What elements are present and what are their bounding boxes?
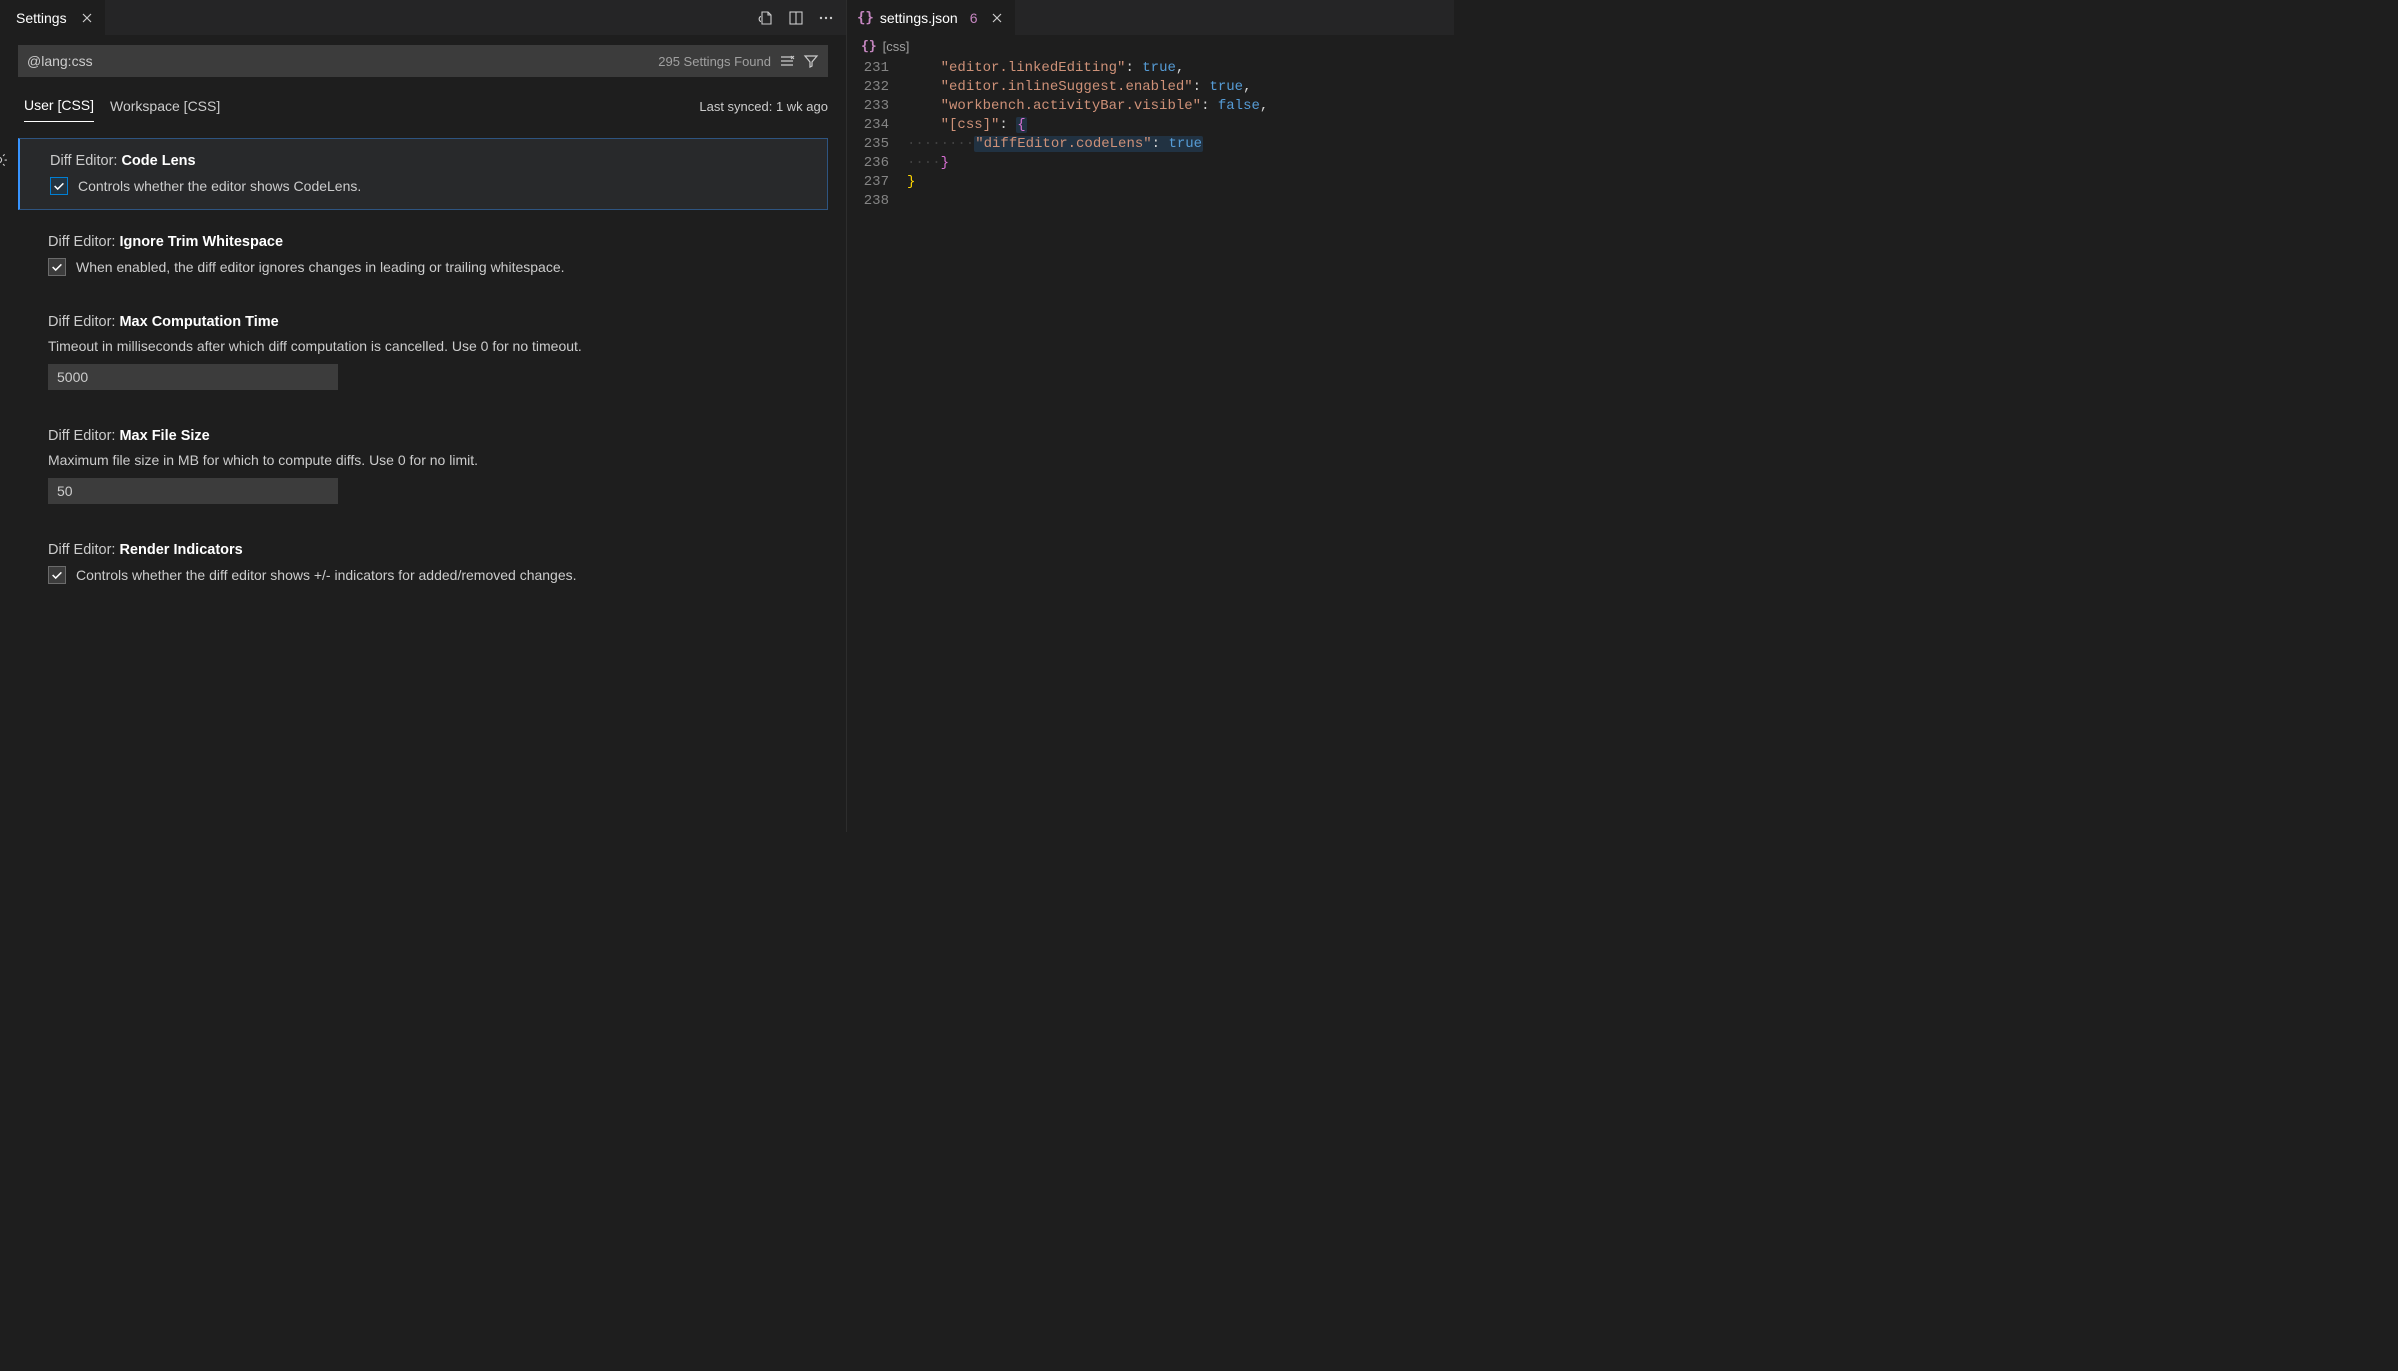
settings-scope-row: User [CSS] Workspace [CSS] Last synced: … bbox=[0, 77, 846, 130]
breadcrumb-item[interactable]: [css] bbox=[883, 39, 910, 54]
setting-description: Controls whether the diff editor shows +… bbox=[76, 567, 577, 583]
code-content[interactable]: "editor.linkedEditing": true, "editor.in… bbox=[907, 59, 1454, 832]
scope-workspace[interactable]: Workspace [CSS] bbox=[110, 92, 220, 122]
last-synced: Last synced: 1 wk ago bbox=[699, 99, 828, 114]
setting-description: Timeout in milliseconds after which diff… bbox=[48, 338, 812, 354]
setting-checkbox[interactable] bbox=[48, 566, 66, 584]
json-icon: {} bbox=[857, 10, 874, 26]
split-editor-icon[interactable] bbox=[788, 10, 804, 26]
setting-title: Diff Editor: Code Lens bbox=[50, 153, 811, 169]
editor-pane-json: {} settings.json 6 {} [css] 231232233234… bbox=[846, 0, 1454, 832]
tab-settings-label: Settings bbox=[16, 10, 67, 26]
setting-item[interactable]: Diff Editor: Render Indicators Controls w… bbox=[18, 528, 828, 598]
setting-title: Diff Editor: Max Computation Time bbox=[48, 314, 812, 330]
breadcrumb[interactable]: {} [css] bbox=[847, 35, 1454, 57]
clear-search-icon[interactable] bbox=[779, 53, 795, 69]
tab-settings[interactable]: Settings bbox=[0, 0, 105, 35]
setting-item[interactable]: Diff Editor: Code Lens Controls whether t… bbox=[18, 138, 828, 210]
setting-description: When enabled, the diff editor ignores ch… bbox=[76, 259, 565, 275]
filter-icon[interactable] bbox=[803, 53, 819, 69]
setting-checkbox[interactable] bbox=[50, 177, 68, 195]
settings-editor-pane: Settings 295 Settings Found bbox=[0, 0, 846, 832]
tab-modified-count: 6 bbox=[970, 10, 978, 26]
setting-item[interactable]: Diff Editor: Max File Size Maximum file s… bbox=[18, 414, 828, 518]
line-number-gutter: 231232233234235236237238 bbox=[847, 59, 907, 832]
more-actions-icon[interactable] bbox=[818, 10, 834, 26]
setting-item[interactable]: Diff Editor: Max Computation Time Timeout… bbox=[18, 300, 828, 404]
setting-description: Maximum file size in MB for which to com… bbox=[48, 452, 812, 468]
setting-item[interactable]: Diff Editor: Ignore Trim Whitespace When … bbox=[18, 220, 828, 290]
setting-description: Controls whether the editor shows CodeLe… bbox=[78, 178, 361, 194]
setting-title: Diff Editor: Render Indicators bbox=[48, 542, 812, 558]
settings-search: 295 Settings Found bbox=[18, 45, 828, 77]
setting-title: Diff Editor: Max File Size bbox=[48, 428, 812, 444]
tab-settings-json-label: settings.json bbox=[880, 10, 958, 26]
settings-search-count: 295 Settings Found bbox=[658, 54, 771, 69]
gear-icon[interactable] bbox=[0, 151, 8, 169]
setting-number-input[interactable] bbox=[48, 364, 338, 390]
setting-checkbox[interactable] bbox=[48, 258, 66, 276]
scope-user[interactable]: User [CSS] bbox=[24, 91, 94, 122]
setting-title: Diff Editor: Ignore Trim Whitespace bbox=[48, 234, 812, 250]
settings-search-input[interactable] bbox=[27, 53, 658, 69]
tab-settings-close[interactable] bbox=[79, 10, 95, 26]
setting-number-input[interactable] bbox=[48, 478, 338, 504]
code-editor[interactable]: 231232233234235236237238 "editor.linkedE… bbox=[847, 57, 1454, 832]
editor-action-bar bbox=[758, 10, 846, 26]
open-settings-json-icon[interactable] bbox=[758, 10, 774, 26]
tab-settings-json[interactable]: {} settings.json 6 bbox=[847, 0, 1015, 35]
tab-settings-json-close[interactable] bbox=[989, 10, 1005, 26]
json-icon: {} bbox=[861, 39, 877, 54]
tab-bar-right: {} settings.json 6 bbox=[847, 0, 1454, 35]
tab-bar-left: Settings bbox=[0, 0, 846, 35]
settings-list[interactable]: Diff Editor: Code Lens Controls whether t… bbox=[0, 130, 846, 832]
